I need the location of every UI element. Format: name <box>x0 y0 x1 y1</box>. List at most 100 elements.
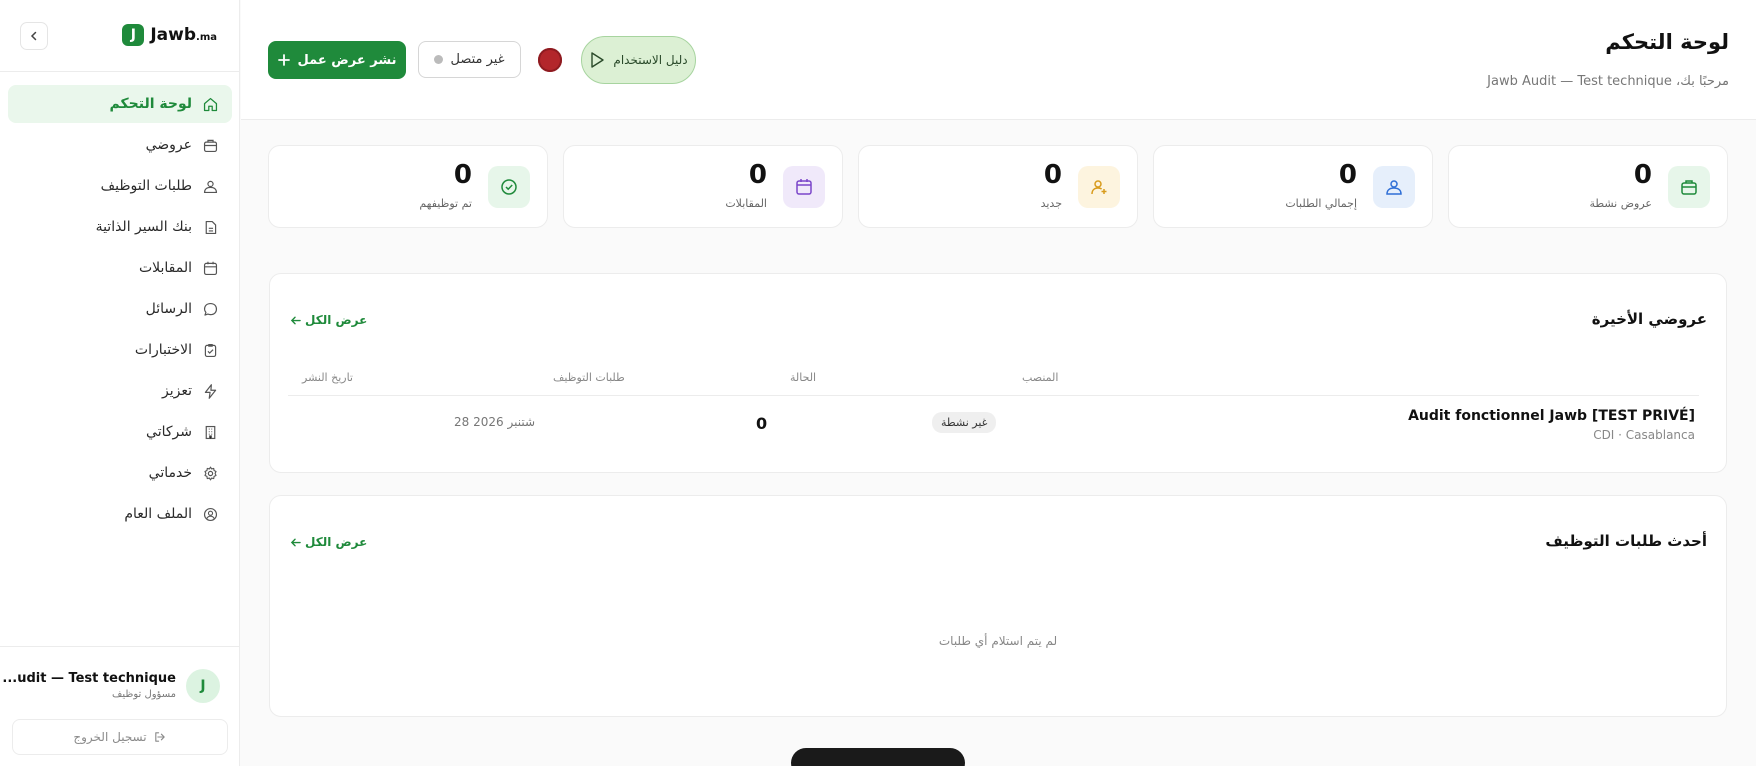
user-plus-icon <box>1091 180 1107 195</box>
view-all-label: عرض الكل <box>305 313 368 327</box>
stat-label: جديد <box>1040 197 1062 210</box>
calendar-icon <box>203 261 218 275</box>
logo[interactable]: J Jawb.ma <box>122 24 217 46</box>
arrow-left-icon <box>290 316 301 324</box>
sidebar-item-companies[interactable]: شركاتي <box>8 413 232 451</box>
recent-applications-title: أحدث طلبات التوظيف <box>1545 532 1707 550</box>
sidebar-item-label: بنك السير الذاتية <box>95 219 192 235</box>
view-all-label: عرض الكل <box>305 535 368 549</box>
sidebar-item-messages[interactable]: الرسائل <box>8 290 232 328</box>
logo-suffix: .ma <box>196 32 217 43</box>
sidebar-item-label: تعزيز <box>162 383 192 399</box>
stat-value: 0 <box>1338 160 1357 190</box>
view-all-applications-link[interactable]: عرض الكل <box>290 535 367 549</box>
stat-value: 0 <box>748 160 767 190</box>
sidebar-item-interviews[interactable]: المقابلات <box>8 249 232 287</box>
briefcase-icon <box>1681 180 1697 195</box>
message-icon <box>203 302 218 316</box>
sidebar-item-public-profile[interactable]: الملف العام <box>8 495 232 533</box>
collapse-sidebar-button[interactable] <box>20 22 48 50</box>
stat-label: إجمالي الطلبات <box>1285 197 1357 210</box>
floating-toolbar[interactable] <box>791 748 965 766</box>
users-icon <box>1386 180 1402 195</box>
stat-icon-bg <box>783 166 825 208</box>
sidebar-item-label: الرسائل <box>145 301 192 317</box>
briefcase-icon <box>203 139 218 152</box>
column-header-publish-date: تاريخ النشر <box>302 371 353 384</box>
sidebar-item-cv-bank[interactable]: بنك السير الذاتية <box>8 208 232 246</box>
logo-text: Jawb.ma <box>150 25 217 45</box>
stat-card-total-applications: 0 إجمالي الطلبات <box>1153 145 1433 228</box>
stat-icon-bg <box>488 166 530 208</box>
publish-job-button[interactable]: نشر عرض عمل <box>268 41 406 79</box>
sidebar-item-label: شركاتي <box>146 424 192 440</box>
calendar-icon <box>796 179 812 195</box>
sidebar-item-label: المقابلات <box>138 260 192 276</box>
logout-icon <box>154 732 165 742</box>
column-header-applications: طلبات التوظيف <box>553 371 625 384</box>
recent-applications-panel: أحدث طلبات التوظيف عرض الكل لم يتم استلا… <box>269 495 1727 717</box>
building-icon <box>205 425 216 439</box>
sidebar-item-label: الملف العام <box>124 506 192 522</box>
sidebar-item-tests[interactable]: الاختبارات <box>8 331 232 369</box>
stat-value: 0 <box>1043 160 1062 190</box>
sidebar-item-dashboard[interactable]: لوحة التحكم <box>8 85 232 123</box>
column-header-status: الحالة <box>790 371 817 384</box>
publish-job-label: نشر عرض عمل <box>297 52 397 68</box>
stat-label: المقابلات <box>725 197 767 210</box>
recent-offers-panel: عروضي الأخيرة عرض الكل المنصب الحالة طلب… <box>269 273 1727 473</box>
page-title: لوحة التحكم <box>1605 30 1729 54</box>
stat-icon-bg <box>1668 166 1710 208</box>
clipboard-check-icon <box>204 343 217 357</box>
sidebar-item-applications[interactable]: طلبات التوظيف <box>8 167 232 205</box>
online-status-button[interactable]: غير متصل <box>418 41 521 78</box>
home-icon <box>203 97 218 111</box>
logo-name: Jawb <box>150 25 197 45</box>
stat-label: تم توظيفهم <box>419 197 472 210</box>
logout-label: تسجيل الخروج <box>73 730 147 744</box>
welcome-text: مرحبًا بك، Jawb Audit — Test technique <box>1487 74 1729 89</box>
sidebar-item-label: عروضي <box>145 137 192 153</box>
table-divider <box>288 395 1699 396</box>
avatar[interactable]: J <box>186 669 220 703</box>
recent-offers-title: عروضي الأخيرة <box>1591 310 1707 328</box>
gear-icon <box>204 466 217 480</box>
job-title[interactable]: Audit fonctionnel Jawb [TEST PRIVÉ] <box>1408 408 1695 424</box>
applications-count: 0 <box>756 414 768 433</box>
record-indicator-icon[interactable] <box>538 48 562 72</box>
lightning-icon <box>204 383 217 399</box>
stat-label: عروض نشطة <box>1589 197 1652 210</box>
sidebar-item-boost[interactable]: تعزيز <box>8 372 232 410</box>
stat-icon-bg <box>1078 166 1120 208</box>
sidebar-item-services[interactable]: خدماتي <box>8 454 232 492</box>
user-guide-button[interactable]: دليل الاستخدام <box>581 36 696 84</box>
publish-date: 28 شتنبر 2026 <box>454 415 535 429</box>
stat-card-interviews: 0 المقابلات <box>563 145 843 228</box>
user-guide-label: دليل الاستخدام <box>613 53 688 67</box>
stat-card-active-offers: 0 عروض نشطة <box>1448 145 1728 228</box>
stat-card-hired: 0 تم توظيفهم <box>268 145 548 228</box>
chevron-left-icon <box>30 31 37 41</box>
empty-state-text: لم يتم استلام أي طلبات <box>938 634 1058 648</box>
user-box: J ...udit — Test technique مسؤول توظيف ت… <box>0 646 240 766</box>
view-all-offers-link[interactable]: عرض الكل <box>290 313 367 327</box>
arrow-left-icon <box>290 538 301 546</box>
logo-mark: J <box>122 24 145 46</box>
status-dot-icon <box>434 55 444 64</box>
stat-card-new: 0 جديد <box>858 145 1138 228</box>
sidebar: J Jawb.ma لوحة التحكم عروضي طلبات التوظي… <box>0 0 240 766</box>
user-role: مسؤول توظيف <box>112 689 176 700</box>
stat-value: 0 <box>453 160 472 190</box>
logout-button[interactable]: تسجيل الخروج <box>12 719 228 755</box>
job-meta: CDI · Casablanca <box>1593 428 1695 442</box>
users-icon <box>203 180 218 193</box>
sidebar-item-my-offers[interactable]: عروضي <box>8 126 232 164</box>
stat-icon-bg <box>1373 166 1415 208</box>
sidebar-divider <box>0 71 240 72</box>
check-circle-icon <box>501 179 517 195</box>
plus-icon <box>277 54 290 66</box>
page-header: لوحة التحكم مرحبًا بك، Jawb Audit — Test… <box>241 0 1756 120</box>
sidebar-item-label: لوحة التحكم <box>109 96 192 112</box>
play-icon <box>591 52 605 68</box>
sidebar-item-label: الاختبارات <box>134 342 192 358</box>
